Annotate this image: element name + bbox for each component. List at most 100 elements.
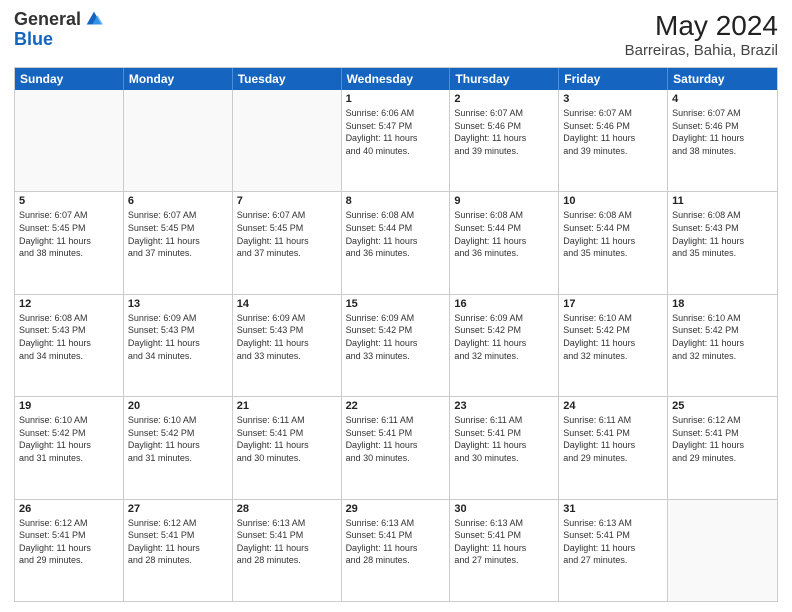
day-number: 19 <box>19 400 119 412</box>
day-info: Sunrise: 6:13 AM Sunset: 5:41 PM Dayligh… <box>237 517 337 567</box>
day-info: Sunrise: 6:12 AM Sunset: 5:41 PM Dayligh… <box>672 414 773 464</box>
logo: General Blue <box>14 10 105 50</box>
calendar-row: 26 Sunrise: 6:12 AM Sunset: 5:41 PM Dayli… <box>15 499 777 601</box>
day-number: 5 <box>19 195 119 207</box>
day-number: 7 <box>237 195 337 207</box>
day-info: Sunrise: 6:09 AM Sunset: 5:42 PM Dayligh… <box>454 312 554 362</box>
day-info: Sunrise: 6:10 AM Sunset: 5:42 PM Dayligh… <box>563 312 663 362</box>
day-info: Sunrise: 6:13 AM Sunset: 5:41 PM Dayligh… <box>346 517 446 567</box>
day-info: Sunrise: 6:10 AM Sunset: 5:42 PM Dayligh… <box>128 414 228 464</box>
day-info: Sunrise: 6:07 AM Sunset: 5:45 PM Dayligh… <box>19 209 119 259</box>
day-info: Sunrise: 6:08 AM Sunset: 5:43 PM Dayligh… <box>672 209 773 259</box>
day-info: Sunrise: 6:09 AM Sunset: 5:43 PM Dayligh… <box>237 312 337 362</box>
calendar-cell: 17 Sunrise: 6:10 AM Sunset: 5:42 PM Dayli… <box>559 295 668 396</box>
calendar-row: 12Sunrise: 6:08 AM Sunset: 5:43 PM Dayli… <box>15 294 777 396</box>
day-info: Sunrise: 6:12 AM Sunset: 5:41 PM Dayligh… <box>128 517 228 567</box>
day-info: Sunrise: 6:09 AM Sunset: 5:43 PM Dayligh… <box>128 312 228 362</box>
day-info: Sunrise: 6:06 AM Sunset: 5:47 PM Dayligh… <box>346 107 446 157</box>
calendar-header-day: Friday <box>559 68 668 90</box>
calendar-cell: 3 Sunrise: 6:07 AM Sunset: 5:46 PM Daylig… <box>559 90 668 191</box>
day-info: Sunrise: 6:07 AM Sunset: 5:46 PM Dayligh… <box>672 107 773 157</box>
day-info: Sunrise: 6:08 AM Sunset: 5:44 PM Dayligh… <box>346 209 446 259</box>
day-number: 6 <box>128 195 228 207</box>
calendar-cell: 7 Sunrise: 6:07 AM Sunset: 5:45 PM Daylig… <box>233 192 342 293</box>
calendar-cell: 11 Sunrise: 6:08 AM Sunset: 5:43 PM Dayli… <box>668 192 777 293</box>
calendar-row: 19 Sunrise: 6:10 AM Sunset: 5:42 PM Dayli… <box>15 396 777 498</box>
day-number: 28 <box>237 503 337 515</box>
logo-text: General Blue <box>14 10 105 50</box>
day-number: 10 <box>563 195 663 207</box>
header: General Blue May 2024 Barreiras, Bahia, … <box>14 10 778 59</box>
calendar-cell: 5 Sunrise: 6:07 AM Sunset: 5:45 PM Daylig… <box>15 192 124 293</box>
calendar-header-day: Saturday <box>668 68 777 90</box>
day-info: Sunrise: 6:08 AM Sunset: 5:44 PM Dayligh… <box>563 209 663 259</box>
day-number: 12 <box>19 298 119 310</box>
day-number: 13 <box>128 298 228 310</box>
calendar-header-day: Tuesday <box>233 68 342 90</box>
day-number: 15 <box>346 298 446 310</box>
logo-general: General <box>14 10 81 30</box>
day-number: 20 <box>128 400 228 412</box>
calendar-cell <box>15 90 124 191</box>
calendar-cell: 13 Sunrise: 6:09 AM Sunset: 5:43 PM Dayli… <box>124 295 233 396</box>
calendar-cell: 14 Sunrise: 6:09 AM Sunset: 5:43 PM Dayli… <box>233 295 342 396</box>
calendar-cell: 28 Sunrise: 6:13 AM Sunset: 5:41 PM Dayli… <box>233 500 342 601</box>
day-info: Sunrise: 6:11 AM Sunset: 5:41 PM Dayligh… <box>563 414 663 464</box>
calendar-cell: 27 Sunrise: 6:12 AM Sunset: 5:41 PM Dayli… <box>124 500 233 601</box>
day-number: 17 <box>563 298 663 310</box>
day-info: Sunrise: 6:13 AM Sunset: 5:41 PM Dayligh… <box>454 517 554 567</box>
day-number: 25 <box>672 400 773 412</box>
day-info: Sunrise: 6:10 AM Sunset: 5:42 PM Dayligh… <box>672 312 773 362</box>
subtitle: Barreiras, Bahia, Brazil <box>625 42 778 59</box>
day-info: Sunrise: 6:13 AM Sunset: 5:41 PM Dayligh… <box>563 517 663 567</box>
calendar-cell: 22Sunrise: 6:11 AM Sunset: 5:41 PM Dayli… <box>342 397 451 498</box>
calendar-cell: 10 Sunrise: 6:08 AM Sunset: 5:44 PM Dayli… <box>559 192 668 293</box>
day-number: 11 <box>672 195 773 207</box>
calendar-cell: 29 Sunrise: 6:13 AM Sunset: 5:41 PM Dayli… <box>342 500 451 601</box>
calendar-cell: 26 Sunrise: 6:12 AM Sunset: 5:41 PM Dayli… <box>15 500 124 601</box>
calendar-cell: 19Sunrise: 6:10 AM Sunset: 5:42 PM Dayli… <box>15 397 124 498</box>
day-number: 2 <box>454 93 554 105</box>
logo-blue: Blue <box>14 30 105 50</box>
calendar-cell: 23Sunrise: 6:11 AM Sunset: 5:41 PM Dayli… <box>450 397 559 498</box>
day-info: Sunrise: 6:12 AM Sunset: 5:41 PM Dayligh… <box>19 517 119 567</box>
calendar-cell: 1Sunrise: 6:06 AM Sunset: 5:47 PM Daylig… <box>342 90 451 191</box>
day-number: 29 <box>346 503 446 515</box>
day-number: 31 <box>563 503 663 515</box>
day-number: 30 <box>454 503 554 515</box>
calendar-cell: 18Sunrise: 6:10 AM Sunset: 5:42 PM Dayli… <box>668 295 777 396</box>
logo-icon <box>83 8 105 30</box>
calendar-cell: 24 Sunrise: 6:11 AM Sunset: 5:41 PM Dayli… <box>559 397 668 498</box>
calendar-cell: 30 Sunrise: 6:13 AM Sunset: 5:41 PM Dayli… <box>450 500 559 601</box>
day-info: Sunrise: 6:07 AM Sunset: 5:45 PM Dayligh… <box>237 209 337 259</box>
calendar-header: SundayMondayTuesdayWednesdayThursdayFrid… <box>15 68 777 90</box>
page: General Blue May 2024 Barreiras, Bahia, … <box>0 0 792 612</box>
day-info: Sunrise: 6:07 AM Sunset: 5:46 PM Dayligh… <box>563 107 663 157</box>
day-number: 27 <box>128 503 228 515</box>
day-info: Sunrise: 6:08 AM Sunset: 5:44 PM Dayligh… <box>454 209 554 259</box>
main-title: May 2024 <box>625 10 778 42</box>
day-info: Sunrise: 6:07 AM Sunset: 5:45 PM Dayligh… <box>128 209 228 259</box>
calendar-cell <box>668 500 777 601</box>
calendar-header-day: Sunday <box>15 68 124 90</box>
calendar-header-day: Monday <box>124 68 233 90</box>
day-number: 21 <box>237 400 337 412</box>
day-number: 23 <box>454 400 554 412</box>
calendar-cell <box>233 90 342 191</box>
day-number: 22 <box>346 400 446 412</box>
calendar-cell: 8Sunrise: 6:08 AM Sunset: 5:44 PM Daylig… <box>342 192 451 293</box>
day-number: 16 <box>454 298 554 310</box>
calendar-cell: 31 Sunrise: 6:13 AM Sunset: 5:41 PM Dayli… <box>559 500 668 601</box>
calendar: SundayMondayTuesdayWednesdayThursdayFrid… <box>14 67 778 602</box>
calendar-cell: 21 Sunrise: 6:11 AM Sunset: 5:41 PM Dayli… <box>233 397 342 498</box>
day-info: Sunrise: 6:11 AM Sunset: 5:41 PM Dayligh… <box>237 414 337 464</box>
calendar-header-day: Thursday <box>450 68 559 90</box>
calendar-row: 1Sunrise: 6:06 AM Sunset: 5:47 PM Daylig… <box>15 90 777 191</box>
day-number: 24 <box>563 400 663 412</box>
calendar-cell: 15Sunrise: 6:09 AM Sunset: 5:42 PM Dayli… <box>342 295 451 396</box>
day-number: 3 <box>563 93 663 105</box>
calendar-cell: 12Sunrise: 6:08 AM Sunset: 5:43 PM Dayli… <box>15 295 124 396</box>
day-number: 14 <box>237 298 337 310</box>
calendar-header-day: Wednesday <box>342 68 451 90</box>
day-number: 26 <box>19 503 119 515</box>
